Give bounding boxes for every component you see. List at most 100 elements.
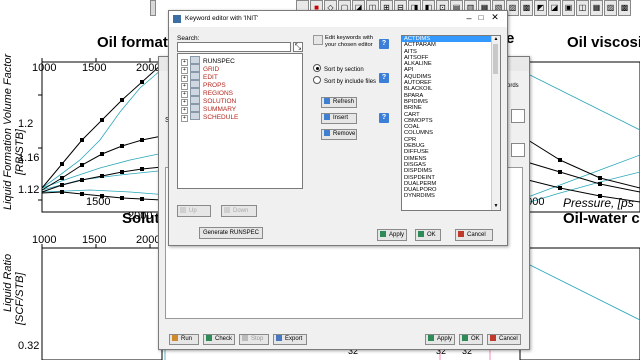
insert-icon (324, 114, 330, 120)
section-icon (190, 56, 200, 64)
help-icon[interactable]: ? (379, 39, 389, 49)
tree-item[interactable]: + SCHEDULE (181, 112, 238, 122)
x-tick: 1500 (82, 62, 107, 74)
minimize-icon[interactable]: – (463, 13, 475, 23)
plot-title-oil-formation: Oil formati (97, 34, 173, 51)
section-icon (190, 96, 200, 104)
help-icon[interactable]: ? (379, 73, 389, 83)
remove-button[interactable]: Remove (321, 129, 357, 140)
stop-button[interactable]: Stop (239, 334, 269, 345)
y-tick: 1.12 (18, 184, 40, 196)
keyword-list[interactable]: ACTDIMS ACTPARAM AITS AITSOFF ALKALINE API AQU… (401, 35, 501, 211)
cancel-label: Cancel (467, 232, 486, 238)
toolbar-button[interactable]: ▨ (604, 0, 617, 16)
up-arrow-icon (180, 207, 186, 213)
check-icon (462, 335, 468, 341)
tree-item[interactable]: + RUNSPEC (181, 56, 235, 66)
edit-hint-line2: your chosen editor (325, 42, 373, 48)
behind-cancel-button[interactable]: Cancel (487, 334, 521, 345)
help-icon[interactable]: ? (379, 113, 389, 123)
keyword-items: ACTDIMS ACTPARAM AITS AITSOFF ALKALINE API AQU… (402, 36, 491, 200)
tree-item[interactable]: + PROPS (181, 80, 226, 90)
toolbar-button[interactable]: ◫ (576, 0, 589, 16)
stop-icon (242, 335, 248, 341)
run-button[interactable]: Run (169, 334, 199, 345)
behind-ok-button[interactable]: OK (459, 334, 483, 345)
y-axis-label: Liquid Ratio (2, 253, 14, 312)
tree-item[interactable]: + REGIONS (181, 88, 233, 98)
stop-label: Stop (251, 336, 264, 342)
sort-by-include-radio[interactable]: Sort by include files (313, 76, 376, 85)
expand-icon[interactable]: + (181, 115, 188, 122)
scrollbar[interactable]: ▲ ▼ (491, 36, 500, 210)
insert-label: Insert (333, 115, 349, 121)
toolbar-button[interactable]: ◪ (548, 0, 561, 16)
behind-window-dropdown[interactable] (511, 109, 525, 123)
scrollbar-thumb[interactable] (493, 44, 498, 74)
behind-window-field[interactable] (511, 143, 525, 157)
toolbar-button[interactable]: ▦ (590, 0, 603, 16)
refresh-label: Refresh (333, 99, 355, 105)
behind-apply-button[interactable]: Apply (425, 334, 455, 345)
down-button[interactable]: Down (221, 205, 257, 217)
run-icon (172, 335, 178, 341)
toolbar-button[interactable]: ▩ (520, 0, 533, 16)
editor-icon (313, 35, 323, 45)
remove-icon (324, 130, 330, 136)
behind-window-right-label: ords (507, 83, 519, 89)
toolbar-button[interactable]: ◩ (534, 0, 547, 16)
plot-title-oil-viscosity: Oil viscosit (567, 34, 640, 51)
check-label: Check (215, 336, 233, 342)
toolbar-edge (150, 0, 156, 16)
y-axis-unit: [SCF/STB] (14, 272, 26, 325)
check-icon (380, 231, 386, 237)
section-icon (190, 88, 200, 96)
ok-button[interactable]: OK (415, 229, 441, 241)
scroll-down-icon[interactable]: ▼ (492, 203, 500, 210)
check-button[interactable]: Check (203, 334, 235, 345)
keyword-editor-dialog: Keyword editor with 'INIT' – □ ✕ Search:… (168, 10, 508, 246)
x-tick: 1500 (82, 234, 107, 246)
tree-item[interactable]: + SOLUTION (181, 96, 236, 106)
toolbar-button[interactable]: ▩ (618, 0, 631, 16)
radio-dot (315, 66, 319, 70)
dialog-title: Keyword editor with 'INIT' (185, 15, 259, 22)
check-icon (428, 335, 434, 341)
cancel-icon (490, 335, 496, 341)
cancel-button[interactable]: Cancel (455, 229, 493, 241)
x-axis-label: Pressure, [ps (563, 196, 634, 210)
refresh-icon (324, 98, 330, 104)
dialog-titlebar: Keyword editor with 'INIT' – □ ✕ (169, 11, 507, 27)
app-icon (173, 15, 181, 23)
behind-ok-label: OK (471, 336, 480, 342)
refresh-button[interactable]: Refresh (321, 97, 357, 108)
tree-item[interactable]: + GRID (181, 64, 219, 74)
keyword-item[interactable]: DYNRDIMS (402, 193, 491, 199)
insert-button[interactable]: Insert (321, 113, 357, 124)
remove-label: Remove (333, 131, 356, 137)
edit-hint-line1: Edit keywords with (325, 35, 374, 41)
y-axis-label: Liquid Formation Volume Factor (2, 53, 14, 210)
section-tree[interactable]: + RUNSPEC + GRID + EDIT + PROPS + REGIONS + SOLUTIO… (177, 53, 303, 189)
maximize-icon[interactable]: □ (475, 13, 487, 22)
close-icon[interactable]: ✕ (489, 12, 501, 23)
sort-by-include-label: Sort by include files (324, 79, 377, 85)
sort-by-section-radio[interactable]: Sort by section (313, 64, 364, 73)
up-button[interactable]: Up (177, 205, 211, 217)
toolbar-button[interactable]: ▣ (562, 0, 575, 16)
section-icon (190, 104, 200, 112)
export-button[interactable]: Export (273, 334, 307, 345)
search-input[interactable] (177, 42, 291, 52)
up-label: Up (189, 208, 197, 214)
y-axis-unit: [RB/STB] (14, 129, 26, 175)
clear-search-icon[interactable]: ⤡ (293, 42, 303, 52)
y-tick: 0.32 (18, 340, 40, 352)
tree-item[interactable]: + EDIT (181, 72, 218, 82)
generate-runspec-button[interactable]: Generate RUNSPEC (199, 227, 263, 239)
apply-button[interactable]: Apply (377, 229, 407, 241)
run-label: Run (181, 336, 193, 342)
x-tick: 1500 (86, 196, 111, 208)
scroll-up-icon[interactable]: ▲ (492, 36, 500, 43)
tree-item[interactable]: + SUMMARY (181, 104, 236, 114)
search-label: Search: (177, 35, 200, 42)
